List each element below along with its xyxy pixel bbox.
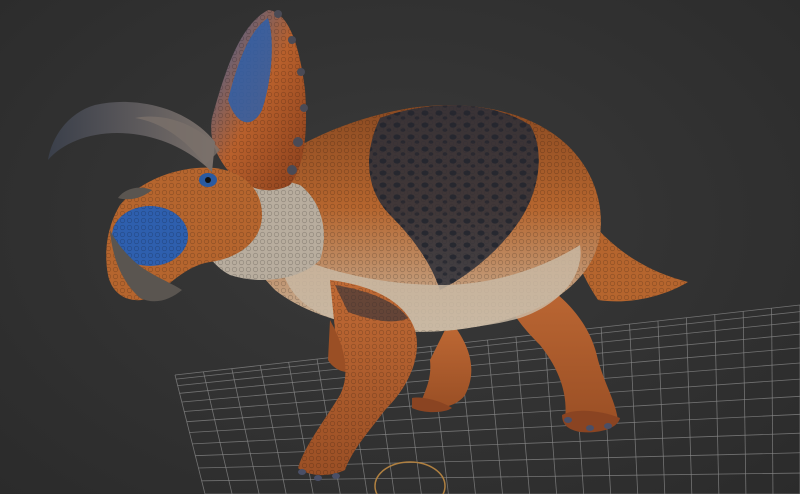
grid-line: [189, 395, 800, 433]
grid-line: [231, 368, 260, 494]
grid-line: [186, 378, 800, 423]
grid-line: [742, 311, 747, 494]
grid-line: [181, 347, 800, 403]
viewport-canvas[interactable]: [0, 0, 800, 494]
grid-line: [184, 362, 800, 412]
floor-grid: [174, 304, 800, 494]
grid-line: [192, 413, 800, 445]
far-hind-leg: [420, 320, 472, 408]
grid-line: [714, 314, 720, 494]
grid-line: [198, 452, 800, 469]
grid-line: [177, 321, 800, 386]
grid-line: [174, 374, 206, 494]
grid-line: [203, 371, 233, 494]
grid-line: [195, 432, 800, 457]
3d-viewport[interactable]: [0, 0, 800, 494]
grid-line: [771, 308, 774, 494]
triceratops-model[interactable]: [48, 10, 688, 481]
